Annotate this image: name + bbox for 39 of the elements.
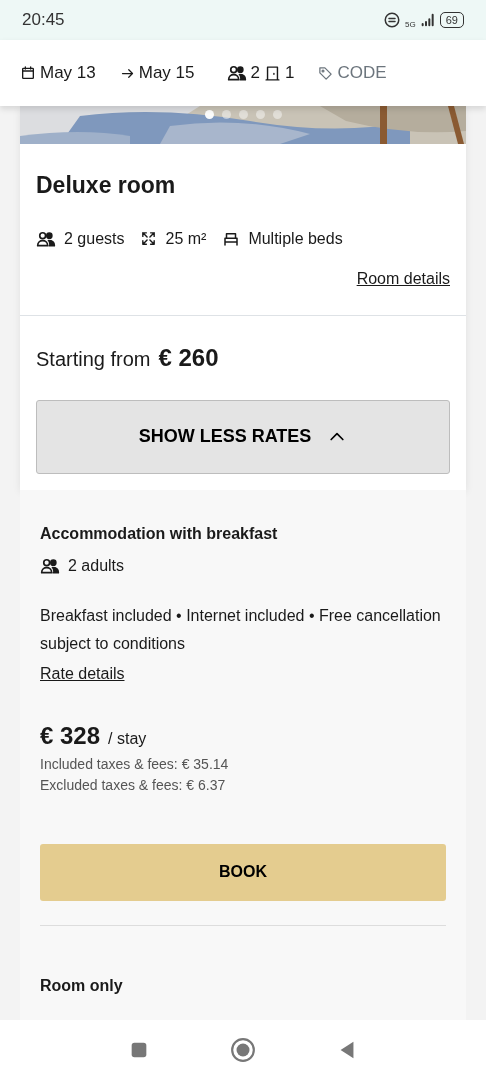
- carousel-dot[interactable]: [204, 110, 214, 119]
- home-icon: [230, 1037, 256, 1063]
- carousel-dot[interactable]: [221, 110, 231, 119]
- check-out-date[interactable]: May 15: [138, 60, 195, 86]
- room-feature: Multiple beds: [248, 228, 343, 249]
- tax-info: Included taxes & fees: € 35.14: [40, 754, 230, 774]
- room-count[interactable]: 1: [284, 60, 295, 86]
- calendar-icon: [20, 65, 36, 81]
- book-button[interactable]: BOOK: [40, 843, 446, 901]
- rate-name: Accommodation with breakfast: [40, 523, 279, 544]
- battery-level: 69: [439, 12, 464, 28]
- promo-code[interactable]: CODE: [337, 60, 387, 86]
- starting-from-label: Starting from: [36, 346, 151, 372]
- carousel-dot[interactable]: [238, 110, 248, 119]
- do-not-disturb-icon: [383, 11, 402, 29]
- room-details-link[interactable]: Room details: [356, 266, 450, 291]
- rate-details-link[interactable]: Rate details: [40, 661, 125, 686]
- guest-count[interactable]: 2: [250, 60, 260, 86]
- expand-icon: [140, 230, 158, 247]
- rate-price: € 328: [40, 720, 101, 751]
- rate-description: Breakfast included • Internet included • Free cancellation subject to conditions: [40, 605, 442, 654]
- toggle-rates-button[interactable]: SHOW LESS RATES: [36, 399, 450, 474]
- rate-occupancy: 2 adults: [68, 555, 125, 576]
- signal-icon: [419, 12, 436, 28]
- tax-info: Excluded taxes & fees: € 6.37: [40, 775, 227, 795]
- tag-icon: [318, 65, 334, 81]
- room-feature: 2 guests: [64, 228, 125, 249]
- room-feature: 25 m²: [165, 228, 207, 249]
- starting-price: € 260: [158, 342, 219, 373]
- people-icon: [226, 63, 247, 83]
- price-unit: / stay: [108, 728, 147, 749]
- carousel-dot[interactable]: [255, 110, 265, 119]
- rate-name: Room only: [40, 975, 124, 996]
- clock-time: 20:45: [22, 9, 65, 32]
- check-in-date[interactable]: May 13: [40, 60, 96, 86]
- door-icon: [263, 64, 281, 82]
- carousel-dot[interactable]: [272, 110, 282, 119]
- network-type: 5G: [405, 19, 416, 31]
- room-title: Deluxe room: [36, 171, 177, 200]
